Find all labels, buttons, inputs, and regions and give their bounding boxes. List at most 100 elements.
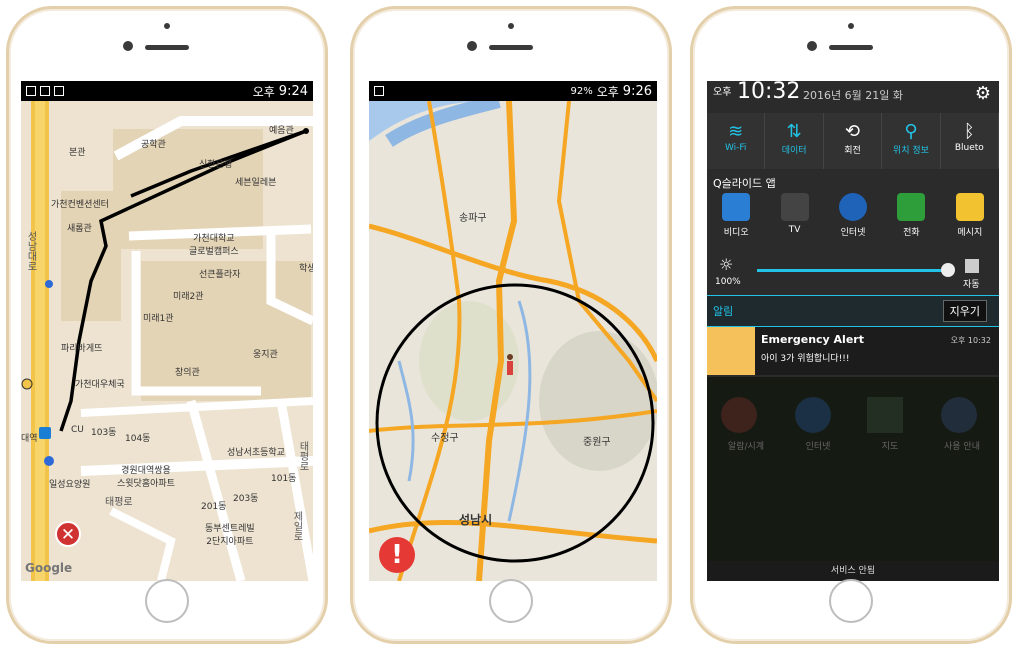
gear-icon[interactable]: ⚙ [975, 83, 991, 104]
label-203: 203동 [233, 494, 259, 504]
earpiece-speaker [489, 45, 533, 50]
status-time-prefix: 오후 [596, 84, 619, 99]
alarm-header: 알림 지우기 [707, 295, 999, 327]
label-clinic: 일성요양원 [49, 480, 91, 490]
sun-icon: ☼ [719, 255, 734, 274]
map-icon [867, 397, 903, 433]
google-logo: Google [25, 561, 73, 575]
brightness-percent: 100% [715, 277, 741, 287]
app-video[interactable]: 비디오 [707, 193, 765, 238]
bg-app-label: 사용 안내 [944, 442, 980, 452]
image-icon [40, 86, 50, 96]
brightness-control: ☼ 100% 자동 [707, 255, 999, 295]
label-jungwon: 중원구 [583, 437, 611, 448]
label-sebyeon: 세븐일레븐 [235, 178, 277, 188]
label-saeromgwan: 새롬관 [67, 224, 92, 234]
label-seongnam: 성남시 [459, 513, 493, 527]
app-internet[interactable]: 인터넷 [824, 193, 882, 238]
notification-shade: 오후 10:32 2016년 6월 21일 화 ⚙ ≋ Wi-Fi ⇅ 데이터 ⟲ 회… [707, 81, 999, 581]
header-time-prefix: 오후 [713, 87, 732, 98]
label-global-campus: 가천대학교 글로벌캠퍼스 [189, 234, 239, 257]
label-changui: 창의관 [175, 368, 200, 378]
qs-location[interactable]: ⚲ 위치 정보 [882, 113, 941, 169]
home-button[interactable] [145, 579, 189, 623]
brightness-thumb[interactable] [941, 263, 955, 277]
close-icon[interactable]: ✕ [55, 521, 81, 547]
clipboard-icon [54, 86, 64, 96]
label-road-taepyeong: 태평로 [297, 441, 308, 471]
quick-settings: ≋ Wi-Fi ⇅ 데이터 ⟲ 회전 ⚲ 위치 정보 ᛒ Blueto [707, 113, 999, 169]
qslide-apps: 비디오 TV 인터넷 전화 메시지 [707, 193, 999, 238]
label-songpa: 송파구 [459, 213, 487, 224]
qs-rotate[interactable]: ⟲ 회전 [824, 113, 883, 169]
image-icon [374, 86, 384, 96]
data-icon: ⇅ [786, 121, 802, 142]
screen-2: 92% 오후 9:26 송파구 수정구 중원구 성남시 ! [369, 81, 657, 581]
status-time: 9:24 [278, 83, 308, 99]
label-bonkwan: 본관 [69, 148, 86, 158]
label-ungji: 웅지관 [253, 350, 278, 360]
alarm-clock-icon [721, 397, 757, 433]
bg-app-label: 알람/시계 [727, 442, 765, 452]
alarm-label: 알림 [713, 305, 734, 318]
app-message[interactable]: 메시지 [941, 193, 999, 238]
bluetooth-icon: ᛒ [963, 121, 975, 142]
city-map[interactable]: 송파구 수정구 중원구 성남시 ! [369, 101, 657, 581]
label-dongbu: 동부센트레빌 2단지아파트 [205, 524, 255, 547]
status-time: 9:26 [622, 83, 652, 99]
label-road-seongnam: 성남대로 [25, 231, 36, 271]
status-time-prefix: 오후 [252, 84, 275, 99]
brightness-slider[interactable] [757, 269, 947, 272]
label-taepyeong: 태평로 [105, 497, 133, 508]
emergency-notification[interactable]: Emergency Alert 오후 10:32 아이 3가 위험합니다!!! [707, 327, 999, 375]
label-cu: CU [71, 425, 84, 435]
screen-1: 오후 9:24 예음관 공학관 본관 신한은행 세븐일레븐 가천컨벤션센터 새롬… [21, 81, 313, 581]
notification-title: Emergency Alert [761, 333, 864, 346]
exclamation-icon[interactable]: ! [379, 537, 415, 573]
bg-app-label: 지도 [881, 442, 899, 452]
phone-icon [897, 193, 926, 221]
help-icon [941, 397, 977, 433]
clear-button[interactable]: 지우기 [942, 300, 987, 322]
status-bar: 92% 오후 9:26 [369, 81, 657, 101]
qs-bluetooth[interactable]: ᛒ Blueto [941, 113, 999, 169]
label-201: 201동 [201, 502, 227, 512]
home-background: 알람/시계 인터넷 지도 사용 안내 [707, 377, 999, 563]
label-daeyeok: 대역 [21, 434, 38, 444]
label-hakseng: 학생 [299, 264, 313, 274]
header-date: 2016년 6월 21일 화 [803, 89, 903, 102]
internet-icon [795, 397, 831, 433]
phone-2: 92% 오후 9:26 송파구 수정구 중원구 성남시 ! [350, 6, 672, 644]
app-phone[interactable]: 전화 [882, 193, 940, 238]
home-button[interactable] [489, 579, 533, 623]
campus-map[interactable]: 예음관 공학관 본관 신한은행 세븐일레븐 가천컨벤션센터 새롬관 가천대학교 … [21, 101, 313, 581]
auto-checkbox[interactable] [965, 259, 979, 273]
label-103: 103동 [91, 428, 117, 438]
screen-3: 오후 10:32 2016년 6월 21일 화 ⚙ ≋ Wi-Fi ⇅ 데이터 ⟲ 회… [707, 81, 999, 581]
label-shinhan: 신한은행 [199, 160, 233, 170]
earpiece-speaker [829, 45, 873, 50]
label-sujeong: 수정구 [431, 433, 459, 444]
phone-3: 오후 10:32 2016년 6월 21일 화 ⚙ ≋ Wi-Fi ⇅ 데이터 ⟲ 회… [690, 6, 1012, 644]
qs-data[interactable]: ⇅ 데이터 [765, 113, 824, 169]
tv-icon [780, 193, 809, 221]
header-time: 10:32 [737, 81, 801, 104]
qs-wifi[interactable]: ≋ Wi-Fi [707, 113, 766, 169]
message-icon [955, 193, 984, 221]
notification-time: 오후 10:32 [950, 336, 991, 345]
label-convention: 가천컨벤션센터 [51, 200, 109, 210]
facebook-icon [26, 86, 36, 96]
app-tv[interactable]: TV [765, 193, 823, 238]
home-button[interactable] [829, 579, 873, 623]
map-graphics [369, 101, 657, 581]
label-post: 가천대우체국 [75, 380, 125, 390]
label-gonghakgwan: 공학관 [141, 140, 166, 150]
front-camera [467, 41, 477, 51]
globe-icon [839, 193, 868, 221]
label-seonkeun: 선큰플라자 [199, 270, 241, 280]
label-apt: 경원대역쌍용 스윗닷홈아파트 [117, 466, 175, 489]
front-camera [807, 41, 817, 51]
sensor-dot [848, 23, 854, 29]
label-104: 104동 [125, 434, 151, 444]
location-icon: ⚲ [904, 121, 918, 142]
